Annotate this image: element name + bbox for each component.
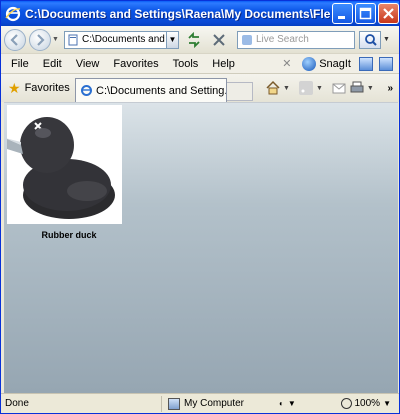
maximize-button[interactable]	[355, 3, 376, 24]
close-button[interactable]	[378, 3, 399, 24]
refresh-icon	[188, 31, 200, 48]
ie-tab-icon	[81, 85, 92, 96]
menu-edit[interactable]: Edit	[36, 58, 69, 70]
status-text: Done	[5, 398, 29, 409]
navigation-bar: ▼ C:\Documents and Set ▼ Live Search ▼	[1, 26, 399, 53]
menu-favorites[interactable]: Favorites	[106, 58, 165, 70]
back-button[interactable]	[4, 28, 26, 51]
refresh-button[interactable]	[184, 30, 204, 50]
print-dropdown-icon[interactable]: ▼	[367, 85, 374, 92]
search-placeholder: Live Search	[256, 34, 309, 45]
snagit-button[interactable]: SnagIt	[302, 56, 351, 71]
favorites-button[interactable]: ★ Favorites	[1, 80, 75, 97]
snagit-capture-icon[interactable]	[379, 56, 393, 71]
zoom-control[interactable]: 100% ▼	[340, 398, 391, 409]
favorites-bar: ★ Favorites C:\Documents and Setting... …	[1, 73, 399, 102]
zoom-level: 100%	[354, 398, 381, 409]
security-zone[interactable]: My Computer	[161, 395, 273, 412]
favorites-label: Favorites	[24, 82, 70, 94]
history-dropdown-icon[interactable]: ▼	[52, 36, 60, 43]
forward-button[interactable]	[29, 28, 51, 51]
home-dropdown-icon[interactable]: ▼	[283, 85, 290, 92]
menu-view[interactable]: View	[69, 58, 107, 70]
title-bar[interactable]: C:\Documents and Settings\Raena\My Docum…	[1, 1, 399, 26]
maximize-icon	[359, 7, 372, 20]
menu-file[interactable]: File	[1, 58, 36, 70]
stop-button[interactable]	[209, 30, 229, 50]
menu-bar: File Edit View Favorites Tools Help ✕ Sn…	[1, 53, 399, 73]
browser-window: C:\Documents and Settings\Raena\My Docum…	[0, 0, 400, 414]
live-search-icon	[242, 34, 252, 45]
tab-title: C:\Documents and Setting...	[96, 84, 227, 97]
duck-image	[5, 105, 122, 224]
zone-label: My Computer	[184, 398, 245, 409]
tab-current[interactable]: C:\Documents and Setting...	[75, 78, 227, 102]
zoom-dropdown-icon[interactable]: ▼	[383, 399, 391, 408]
read-mail-icon[interactable]	[331, 80, 347, 96]
address-field[interactable]: C:\Documents and Set	[64, 30, 167, 49]
close-icon	[383, 8, 394, 19]
command-bar: ▼ ▼ ▼	[265, 80, 382, 96]
forward-arrow-icon	[37, 33, 45, 46]
home-icon[interactable]	[265, 80, 281, 96]
minimize-icon	[338, 16, 345, 19]
address-text: C:\Documents and Set	[82, 34, 166, 45]
snagit-window-icon[interactable]	[359, 56, 373, 71]
zoom-icon	[340, 398, 352, 409]
menu-tools[interactable]: Tools	[166, 58, 206, 70]
ie-app-icon	[5, 6, 21, 21]
more-commands-chevron-icon[interactable]: »	[387, 83, 393, 94]
star-icon: ★	[8, 79, 21, 96]
stop-icon	[213, 33, 225, 46]
page-icon	[68, 34, 78, 45]
rubber-duck-picture	[5, 117, 115, 219]
protected-mode-icon[interactable]: ◐	[279, 399, 284, 408]
address-dropdown-icon[interactable]: ▼	[167, 30, 179, 49]
my-computer-icon	[168, 397, 180, 410]
feeds-dropdown-icon[interactable]: ▼	[316, 85, 323, 92]
back-arrow-icon	[10, 33, 18, 46]
snagit-icon	[302, 56, 317, 71]
new-tab-button[interactable]	[227, 81, 253, 101]
magnifier-icon	[365, 33, 377, 46]
search-options-dropdown-icon[interactable]: ▼	[383, 36, 391, 43]
menu-help[interactable]: Help	[205, 58, 242, 70]
print-icon[interactable]	[349, 80, 365, 96]
minimize-button[interactable]	[332, 3, 353, 24]
close-toolbar-icon[interactable]: ✕	[282, 58, 294, 70]
menu-right-toolbar: ✕ SnagIt	[282, 56, 399, 71]
search-button[interactable]	[359, 30, 381, 49]
protected-mode-dropdown-icon[interactable]: ▼	[288, 399, 296, 408]
feeds-icon[interactable]	[298, 80, 314, 96]
status-bar: Done My Computer ◐ ▼ 100% ▼	[1, 393, 399, 413]
status-icons: ◐ ▼	[279, 399, 300, 408]
window-title: C:\Documents and Settings\Raena\My Docum…	[25, 6, 330, 21]
snagit-label: SnagIt	[319, 57, 351, 70]
image-caption: Rubber duck	[41, 230, 97, 240]
search-input[interactable]: Live Search	[237, 30, 355, 49]
page-content: Rubber duck	[4, 102, 398, 393]
